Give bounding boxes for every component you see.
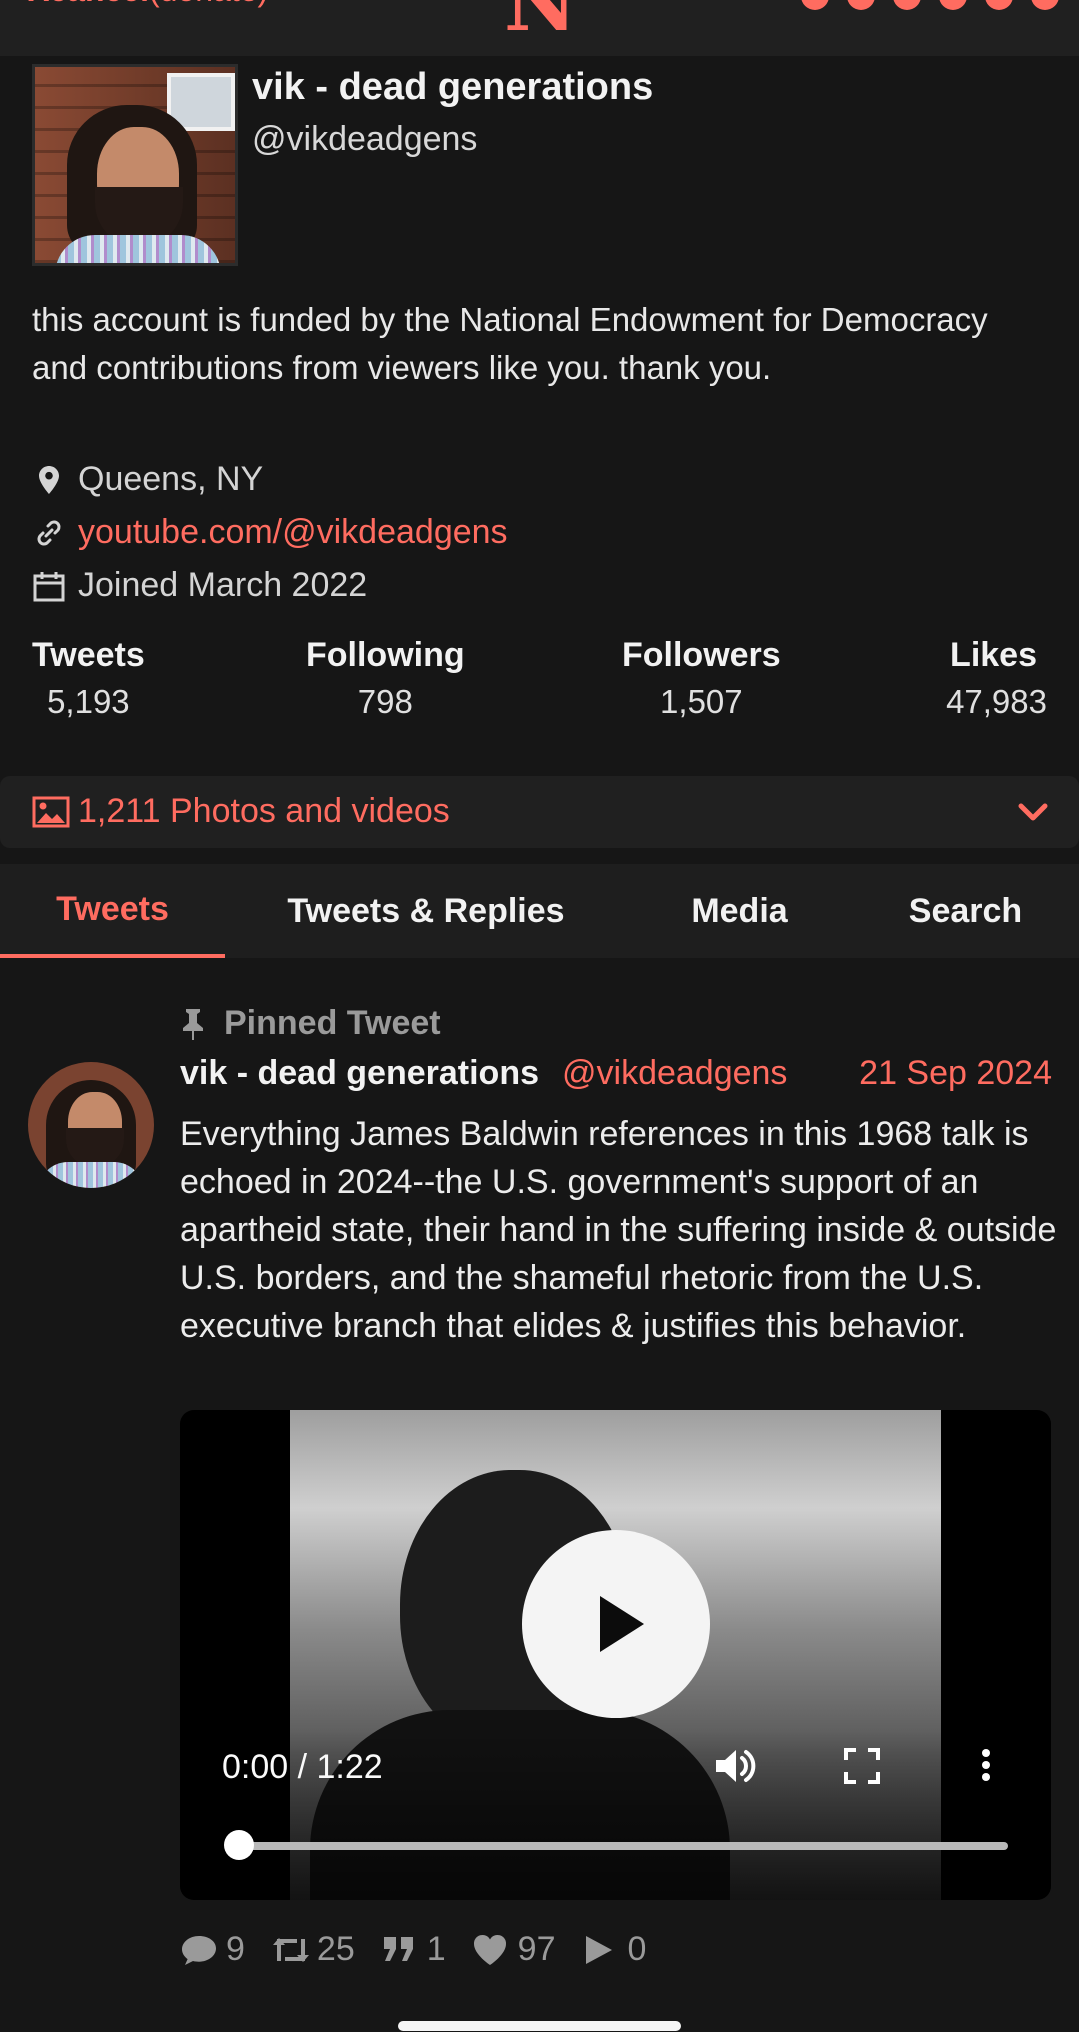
- reply-count[interactable]: 9: [180, 1930, 245, 1969]
- stat-label: Following: [306, 636, 465, 674]
- brand-name: Xcancel: [28, 0, 149, 8]
- tweet-avatar[interactable]: [28, 1062, 154, 1188]
- stat-value: 5,193: [47, 683, 130, 720]
- stat-value: 47,983: [946, 683, 1047, 720]
- brand-link[interactable]: Xcancel(donate): [28, 0, 268, 9]
- tab-search[interactable]: Search: [852, 864, 1079, 958]
- heart-icon: [472, 1933, 510, 1967]
- play-count[interactable]: 0: [582, 1930, 647, 1969]
- video-progress-track[interactable]: [236, 1842, 1008, 1850]
- tweet-date[interactable]: 21 Sep 2024: [859, 1054, 1052, 1093]
- profile-avatar[interactable]: [32, 64, 238, 266]
- video-player[interactable]: 0:00 / 1:22: [180, 1410, 1051, 1900]
- profile-website: youtube.com/@vikdeadgens: [32, 513, 508, 552]
- pinned-indicator: Pinned Tweet: [180, 1004, 441, 1043]
- website-link[interactable]: youtube.com/@vikdeadgens: [78, 513, 508, 552]
- play-count-value: 0: [627, 1930, 647, 1968]
- timeline-tabs: Tweets Tweets & Replies Media Search: [0, 864, 1079, 958]
- tab-tweets[interactable]: Tweets: [0, 864, 225, 958]
- home-indicator: [398, 2021, 681, 2031]
- join-date-text: Joined March 2022: [78, 566, 368, 604]
- stat-label: Likes: [950, 636, 1037, 674]
- tweet-content: Everything James Baldwin references in t…: [180, 1115, 1057, 1345]
- profile-join-date: Joined March 2022: [32, 566, 367, 605]
- like-count[interactable]: 97: [472, 1930, 556, 1969]
- pin-icon: [180, 1007, 210, 1041]
- rss-icon[interactable]: [939, 0, 967, 10]
- play-icon: [582, 1933, 620, 1967]
- fullscreen-icon[interactable]: [844, 1748, 880, 1784]
- stat-tweets[interactable]: Tweets 5,193: [32, 636, 145, 721]
- search-icon[interactable]: [801, 0, 829, 10]
- profile-fullname[interactable]: vik - dead generations: [252, 66, 653, 109]
- stat-followers[interactable]: Followers 1,507: [622, 636, 781, 721]
- stat-value: 1,507: [660, 683, 743, 720]
- retweet-count-value: 25: [316, 1930, 355, 1968]
- stats-icon[interactable]: [847, 0, 875, 10]
- calendar-icon: [32, 569, 66, 603]
- profile-stats: Tweets 5,193 Following 798 Followers 1,5…: [32, 636, 1047, 736]
- profile-card: vik - dead generations @vikdeadgens this…: [0, 56, 1079, 760]
- video-progress-thumb[interactable]: [224, 1830, 254, 1860]
- quote-count-value: 1: [426, 1930, 446, 1968]
- more-options-icon[interactable]: [980, 1746, 992, 1786]
- stat-following[interactable]: Following 798: [306, 636, 465, 721]
- tweet-author-handle[interactable]: @vikdeadgens: [562, 1054, 787, 1093]
- tab-media[interactable]: Media: [627, 864, 852, 958]
- tweet-stats: 9 25 1 97 0: [180, 1930, 672, 1969]
- like-count-value: 97: [517, 1930, 556, 1968]
- volume-icon[interactable]: [714, 1746, 758, 1786]
- video-time: 0:00 / 1:22: [222, 1748, 383, 1786]
- tweet-header: vik - dead generations @vikdeadgens 21 S…: [180, 1054, 1052, 1100]
- timeline-tweet[interactable]: Pinned Tweet vik - dead generations @vik…: [0, 958, 1079, 2008]
- stat-likes[interactable]: Likes 47,983: [946, 636, 1047, 721]
- quote-icon: [381, 1933, 419, 1967]
- profile-location: Queens, NY: [32, 460, 263, 499]
- tab-tweets-and-replies[interactable]: Tweets & Replies: [225, 864, 627, 958]
- photos-and-videos-toggle[interactable]: 1,211 Photos and videos: [0, 776, 1079, 848]
- info-icon[interactable]: [985, 0, 1013, 10]
- retweet-icon: [271, 1933, 309, 1967]
- stat-value: 798: [357, 683, 413, 720]
- top-nav-bar: Xcancel(donate) N: [0, 0, 1079, 56]
- tweet-author-name[interactable]: vik - dead generations: [180, 1054, 539, 1093]
- photos-count-label: 1,211 Photos and videos: [78, 792, 450, 830]
- bird-icon[interactable]: [893, 0, 921, 10]
- link-icon: [32, 516, 66, 550]
- reply-count-value: 9: [226, 1930, 245, 1968]
- profile-handle[interactable]: @vikdeadgens: [252, 120, 477, 159]
- play-button[interactable]: [522, 1530, 710, 1718]
- profile-bio: this account is funded by the National E…: [32, 301, 988, 386]
- gear-icon[interactable]: [1031, 0, 1059, 10]
- retweet-count[interactable]: 25: [271, 1930, 355, 1969]
- comment-icon: [180, 1933, 218, 1967]
- nitter-logo[interactable]: N: [504, 0, 577, 42]
- donate-link[interactable]: (donate): [149, 0, 268, 8]
- nav-icons: [801, 0, 1059, 10]
- image-icon: [32, 796, 70, 828]
- location-text: Queens, NY: [78, 460, 264, 498]
- stat-label: Tweets: [32, 636, 145, 674]
- chevron-down-icon[interactable]: [1017, 796, 1049, 828]
- location-pin-icon: [32, 463, 66, 497]
- pinned-label: Pinned Tweet: [224, 1004, 441, 1042]
- stat-label: Followers: [622, 636, 781, 674]
- quote-count[interactable]: 1: [381, 1930, 446, 1969]
